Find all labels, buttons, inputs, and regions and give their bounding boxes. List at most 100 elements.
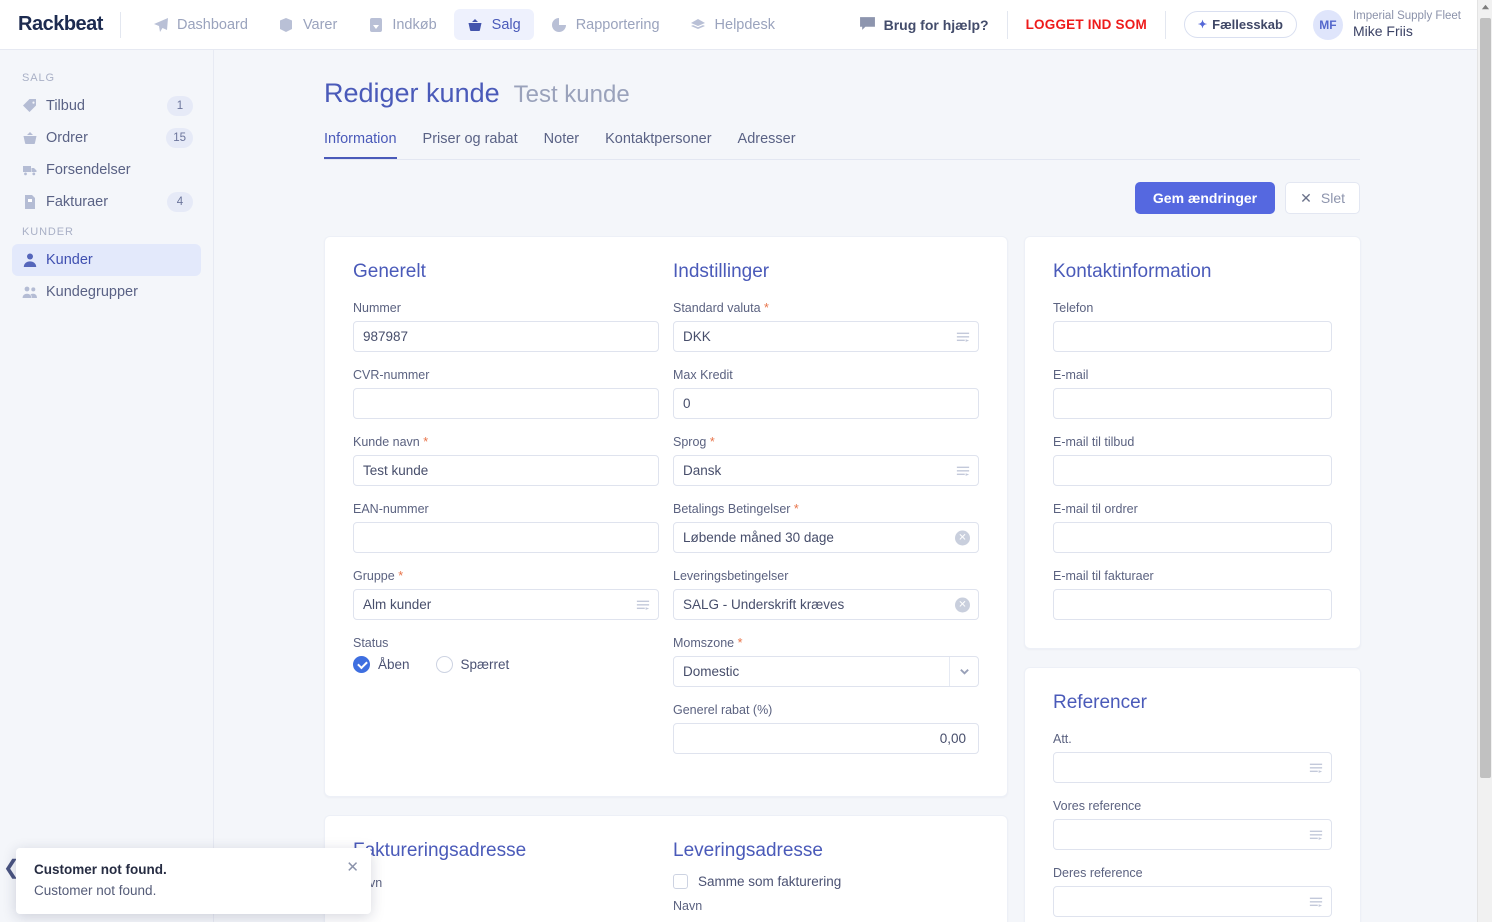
clear-x-glyph: ✕ (955, 530, 970, 545)
section-title: Leveringsadresse (673, 840, 823, 861)
input-wrapper (353, 388, 659, 419)
field-label: Betalings Betingelser * (673, 502, 979, 516)
nav-label: Varer (302, 16, 338, 33)
momszone-select-value[interactable] (674, 657, 978, 686)
email-input[interactable] (1054, 389, 1331, 418)
nav-item-salg[interactable]: Salg (453, 9, 534, 40)
scrollbar-thumb[interactable] (1480, 18, 1491, 778)
kunde-navn-input[interactable] (354, 456, 658, 485)
sidebar-item-kunder[interactable]: Kunder (12, 244, 201, 276)
standard-valuta-input[interactable] (674, 322, 978, 351)
clear-icon[interactable]: ✕ (955, 597, 970, 612)
deres-reference-input[interactable] (1054, 887, 1331, 916)
basket-icon (22, 130, 46, 146)
scroll-up-arrow-icon[interactable] (1478, 0, 1492, 15)
field-deres-reference: Deres reference (1053, 866, 1332, 917)
cvr-nummer-input[interactable] (354, 389, 658, 418)
radio-status-spaerret[interactable]: Spærret (435, 656, 509, 673)
nav-item-helpdesk[interactable]: Helpdesk (677, 9, 788, 40)
input-wrapper: ✕ (673, 589, 979, 620)
telefon-input[interactable] (1054, 322, 1331, 351)
list-picker-icon[interactable] (1309, 828, 1323, 842)
radio-checked-icon (353, 656, 370, 673)
field-label: Deres reference (1053, 866, 1143, 880)
card-kontaktinformation: Kontaktinformation Telefon E-mail E-mail… (1024, 236, 1361, 649)
email-til-tilbud-input[interactable] (1054, 456, 1331, 485)
field-max-kredit: Max Kredit (673, 368, 979, 419)
vertical-scrollbar[interactable] (1477, 0, 1492, 922)
field-label: E-mail til ordrer (1053, 502, 1138, 516)
email-til-fakturaer-input[interactable] (1054, 590, 1331, 619)
input-wrapper (353, 321, 659, 352)
field-label: Standard valuta * (673, 301, 979, 315)
sidebar-item-forsendelser[interactable]: Forsendelser (12, 154, 201, 186)
sidebar-item-tilbud[interactable]: Tilbud 1 (12, 90, 201, 122)
clear-x-glyph: ✕ (955, 597, 970, 612)
leveringsbetingelser-input[interactable] (674, 590, 978, 619)
sidebar-item-ordrer[interactable]: Ordrer 15 (12, 122, 201, 154)
vores-reference-input[interactable] (1054, 820, 1331, 849)
field-gruppe: Gruppe * (353, 569, 659, 620)
tag-icon (22, 98, 46, 114)
help-label: Brug for hjælp? (883, 16, 989, 33)
box-icon (278, 16, 295, 33)
community-button[interactable]: ✦ Fællesskab (1183, 11, 1297, 38)
list-picker-icon[interactable] (1309, 895, 1323, 909)
betalings-betingelser-input[interactable] (674, 523, 978, 552)
list-picker-icon[interactable] (956, 464, 970, 478)
tab-adresser[interactable]: Adresser (738, 131, 796, 159)
logged-in-as-banner[interactable]: LOGGET IND SOM (1026, 17, 1147, 32)
list-picker-icon[interactable] (956, 330, 970, 344)
nav-item-rapportering[interactable]: Rapportering (538, 9, 673, 40)
input-wrapper (1053, 321, 1332, 352)
tab-noter[interactable]: Noter (544, 131, 579, 159)
nav-item-dashboard[interactable]: Dashboard (139, 9, 261, 40)
same-as-billing-row[interactable]: Samme som fakturering (673, 874, 979, 889)
nav-item-indkob[interactable]: Indkøb (354, 9, 449, 40)
tab-kontaktpersoner[interactable]: Kontaktpersoner (605, 131, 711, 159)
brand-logo[interactable]: Rackbeat (0, 13, 120, 36)
nav-item-varer[interactable]: Varer (265, 9, 350, 40)
gruppe-input[interactable] (354, 590, 658, 619)
clear-icon[interactable]: ✕ (955, 530, 970, 545)
main-content: Rediger kunde Test kunde Information Pri… (214, 50, 1477, 922)
list-picker-icon[interactable] (1309, 761, 1323, 775)
email-til-ordrer-input[interactable] (1054, 523, 1331, 552)
generel-rabat-input[interactable] (674, 724, 978, 753)
user-name: Mike Friis (1352, 22, 1413, 39)
chevron-down-icon[interactable] (949, 657, 978, 686)
nummer-input[interactable] (354, 322, 658, 351)
field-leveringsbetingelser: Leveringsbetingelser ✕ (673, 569, 979, 620)
field-kunde-navn: Kunde navn * (353, 435, 659, 486)
help-button[interactable]: Brug for hjælp? (859, 15, 989, 35)
tab-priser-og-rabat[interactable]: Priser og rabat (423, 131, 518, 159)
user-menu[interactable]: Imperial Supply Fleet Mike Friis (1353, 9, 1461, 41)
checkbox-unchecked-icon[interactable] (673, 874, 688, 889)
radio-status-aben[interactable]: Åben (353, 656, 410, 673)
delete-button[interactable]: ✕ Slet (1285, 182, 1360, 214)
sidebar-item-fakturaer[interactable]: Fakturaer 4 (12, 186, 201, 218)
field-label: Gruppe * (353, 569, 659, 583)
field-email-til-ordrer: E-mail til ordrer (1053, 502, 1332, 553)
input-wrapper (1053, 752, 1332, 783)
invoice-icon (22, 194, 46, 210)
input-wrapper (353, 522, 659, 553)
avatar[interactable]: MF (1312, 9, 1343, 40)
ean-nummer-input[interactable] (354, 523, 658, 552)
tab-information[interactable]: Information (324, 131, 397, 159)
input-wrapper (673, 321, 979, 352)
max-kredit-input[interactable] (674, 389, 978, 418)
att-input[interactable] (1054, 753, 1331, 782)
required-marker: * (737, 636, 743, 650)
sidebar-item-kundegrupper[interactable]: Kundegrupper (12, 276, 201, 308)
sprog-input[interactable] (674, 456, 978, 485)
nav-label: Helpdesk (714, 16, 775, 33)
save-button[interactable]: Gem ændringer (1134, 182, 1276, 214)
close-icon[interactable]: ✕ (346, 860, 359, 875)
sidebar-item-label: Kundegrupper (46, 284, 138, 300)
select-wrapper[interactable] (673, 656, 979, 687)
sidebar-badge: 1 (167, 96, 193, 116)
community-label: Fællesskab (1212, 17, 1283, 32)
list-picker-icon[interactable] (636, 598, 650, 612)
nav-label: Rapportering (575, 16, 660, 33)
